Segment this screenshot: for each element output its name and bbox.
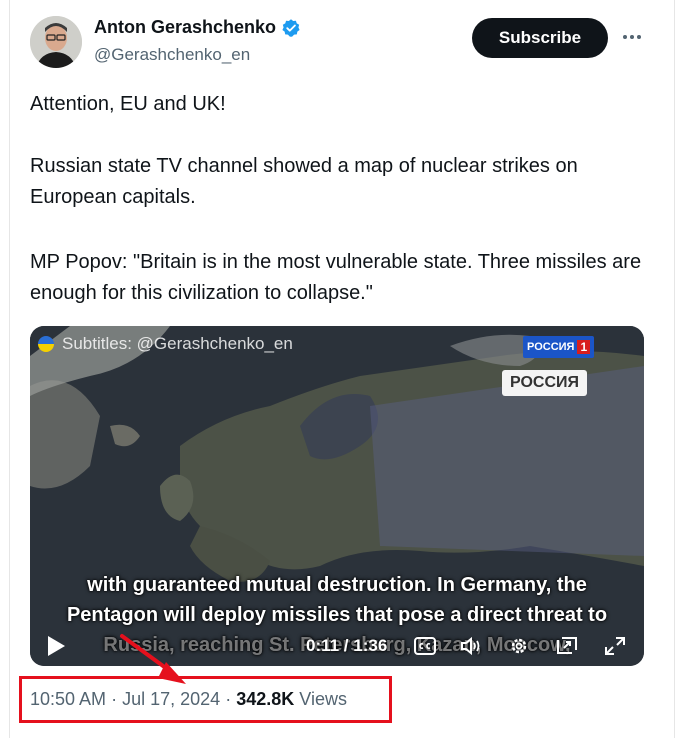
picture-in-picture-icon[interactable] (556, 636, 578, 656)
more-dot (637, 35, 641, 39)
fullscreen-icon[interactable] (604, 636, 626, 656)
more-dot (630, 35, 634, 39)
author-name[interactable]: Anton Gerashchenko (94, 17, 301, 38)
annotation-arrow-icon (120, 634, 186, 684)
subscribe-button[interactable]: Subscribe (472, 18, 608, 58)
avatar-photo (30, 16, 82, 68)
subtitle-credit-text: Subtitles: @Gerashchenko_en (62, 334, 293, 353)
tweet-metadata: 10:50 AM · Jul 17, 2024 · 342.8K Views (30, 689, 347, 710)
channel-logo: РОССИЯ 1 (523, 336, 595, 358)
author-name-text: Anton Gerashchenko (94, 17, 277, 37)
map-country-label: РОССИЯ (502, 370, 588, 396)
video-caption-line: with guaranteed mutual destruction. In G… (87, 574, 587, 596)
video-time: 0:11 / 1:36 (306, 636, 388, 655)
views-count: 342.8K (236, 689, 295, 709)
views-label: Views (299, 689, 347, 709)
tweet-paragraph: MP Popov: "Britain is in the most vulner… (30, 251, 642, 304)
tweet-date[interactable]: Jul 17, 2024 (122, 689, 220, 709)
meta-separator: · (111, 689, 118, 709)
captions-icon[interactable] (414, 636, 436, 656)
ukraine-flag-icon (38, 336, 54, 352)
frame-border-left (9, 0, 10, 738)
tweet-paragraph: Attention, EU and UK! (30, 93, 226, 115)
meta-separator: · (225, 689, 232, 709)
video-player[interactable]: Subtitles: @Gerashchenko_en РОССИЯ 1 РОС… (30, 326, 644, 666)
tweet-paragraph: Russian state TV channel showed a map of… (30, 155, 578, 208)
frame-border-right (674, 0, 675, 738)
author-handle[interactable]: @Gerashchenko_en (94, 45, 250, 65)
play-icon[interactable] (48, 636, 65, 656)
avatar[interactable] (30, 16, 82, 68)
more-dot (623, 35, 627, 39)
verified-badge-icon (282, 18, 300, 37)
subtitle-credit: Subtitles: @Gerashchenko_en (38, 334, 293, 354)
volume-icon[interactable] (460, 636, 482, 656)
video-caption-line: Pentagon will deploy missiles that pose … (66, 604, 608, 626)
channel-number: 1 (577, 340, 591, 354)
settings-gear-icon[interactable] (508, 636, 530, 656)
tweet-time[interactable]: 10:50 AM (30, 689, 106, 709)
channel-logo-text: РОССИЯ (527, 341, 575, 353)
more-horizontal-icon[interactable] (620, 22, 644, 52)
